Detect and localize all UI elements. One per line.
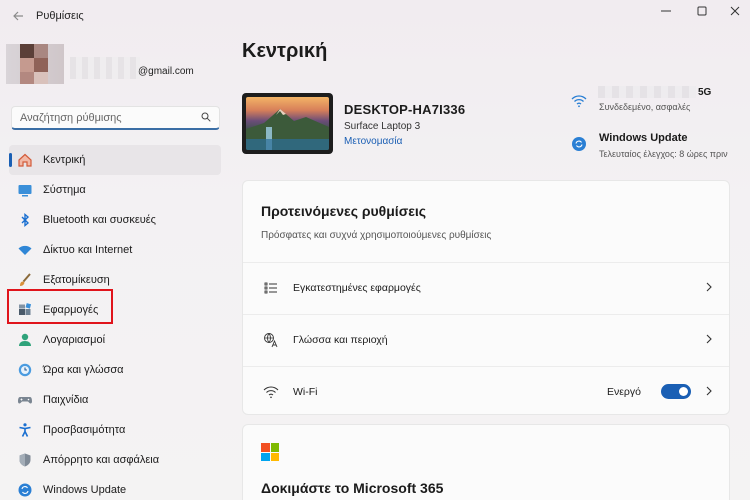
sidebar-item-accessibility[interactable]: Προσβασιμότητα xyxy=(9,415,221,445)
highlight-annotation xyxy=(7,289,113,324)
device-name: DESKTOP-HA7I336 xyxy=(344,102,466,117)
sidebar-item-label: Σύστημα xyxy=(43,184,86,196)
search-icon[interactable] xyxy=(201,112,211,122)
close-button[interactable] xyxy=(718,0,750,22)
paintbrush-icon xyxy=(17,272,33,288)
search-box[interactable] xyxy=(11,106,220,130)
page-title: Κεντρική xyxy=(242,40,328,62)
sidebar-item-accounts[interactable]: Λογαριασμοί xyxy=(9,325,221,355)
sidebar-item-home[interactable]: Κεντρική xyxy=(9,145,221,175)
recommended-settings-card: Προτεινόμενες ρυθμίσεις Πρόσφατες και συ… xyxy=(242,180,730,415)
windows-update-icon[interactable] xyxy=(572,137,586,151)
sidebar-item-label: Δίκτυο και Internet xyxy=(43,244,133,256)
chevron-right-icon xyxy=(703,281,715,295)
maximize-icon xyxy=(697,6,707,16)
close-icon xyxy=(730,6,740,16)
minimize-button[interactable] xyxy=(649,0,683,22)
title-bar: Ρυθμίσεις xyxy=(0,0,750,32)
wifi-toggle-label: Ενεργό xyxy=(607,385,641,398)
search-input[interactable] xyxy=(12,107,192,128)
sidebar-item-label: Bluetooth και συσκευές xyxy=(43,214,156,226)
maximize-button[interactable] xyxy=(685,0,719,22)
sidebar-item-label: Εξατομίκευση xyxy=(43,274,110,286)
bluetooth-icon xyxy=(17,212,33,228)
accessibility-icon xyxy=(17,422,33,438)
wifi-status-icon[interactable] xyxy=(571,94,587,108)
account-icon xyxy=(17,332,33,348)
minimize-icon xyxy=(661,10,671,12)
update-icon xyxy=(17,482,33,498)
clock-globe-icon xyxy=(17,362,33,378)
setting-row-language-region[interactable]: Γλώσσα και περιοχή xyxy=(243,314,729,364)
sidebar-item-time-language[interactable]: Ώρα και γλώσσα xyxy=(9,355,221,385)
language-icon xyxy=(263,332,279,348)
chevron-right-icon[interactable] xyxy=(703,385,715,399)
network-name[interactable]: 5G xyxy=(698,87,711,98)
rename-link[interactable]: Μετονομασία xyxy=(344,136,402,147)
setting-row-label: Γλώσσα και περιοχή xyxy=(293,333,388,346)
back-button[interactable] xyxy=(8,6,28,26)
account-email: @gmail.com xyxy=(138,66,194,77)
device-model: Surface Laptop 3 xyxy=(344,121,421,132)
windows-update-status: Τελευταίος έλεγχος: 8 ώρες πριν xyxy=(599,149,728,159)
sidebar-item-label: Παιχνίδια xyxy=(43,394,89,406)
wifi-icon xyxy=(263,384,279,400)
sidebar-item-network[interactable]: Δίκτυο και Internet xyxy=(9,235,221,265)
avatar[interactable] xyxy=(6,44,64,84)
setting-row-installed-apps[interactable]: Εγκατεστημένες εφαρμογές xyxy=(243,262,729,312)
card-title: Δοκιμάστε το Microsoft 365 xyxy=(261,480,444,496)
sidebar-item-label: Windows Update xyxy=(43,484,127,496)
gamepad-icon xyxy=(17,392,33,408)
system-monitor-icon xyxy=(17,182,33,198)
sidebar-item-privacy-security[interactable]: Απόρρητο και ασφάλεια xyxy=(9,445,221,475)
wifi-icon xyxy=(17,242,33,258)
sidebar-item-label: Λογαριασμοί xyxy=(43,334,106,346)
shield-icon xyxy=(17,452,33,468)
microsoft-365-card: Δοκιμάστε το Microsoft 365 xyxy=(242,424,730,500)
sidebar-item-gaming[interactable]: Παιχνίδια xyxy=(9,385,221,415)
sidebar-item-system[interactable]: Σύστημα xyxy=(9,175,221,205)
setting-row-label: Wi-Fi xyxy=(293,385,318,398)
sidebar-item-label: Προσβασιμότητα xyxy=(43,424,126,436)
setting-row-wifi[interactable]: Wi-Fi Ενεργό xyxy=(243,366,729,416)
sidebar-item-bluetooth[interactable]: Bluetooth και συσκευές xyxy=(9,205,221,235)
wallpaper-landscape-icon xyxy=(246,109,329,150)
windows-update-title[interactable]: Windows Update xyxy=(599,132,688,144)
chevron-right-icon xyxy=(703,333,715,347)
card-subtitle: Πρόσφατες και συχνά χρησιμοποιούμενες ρυ… xyxy=(261,230,492,241)
back-arrow-icon xyxy=(13,11,23,21)
card-title: Προτεινόμενες ρυθμίσεις xyxy=(261,203,427,219)
app-title: Ρυθμίσεις xyxy=(36,10,84,22)
home-icon xyxy=(17,152,33,168)
sidebar-item-label: Κεντρική xyxy=(43,154,86,166)
sidebar-item-label: Ώρα και γλώσσα xyxy=(43,364,124,376)
list-icon xyxy=(263,280,279,296)
microsoft-logo-icon xyxy=(261,443,279,461)
sidebar-item-windows-update[interactable]: Windows Update xyxy=(9,475,221,500)
device-image xyxy=(242,93,333,154)
email-redacted xyxy=(70,57,140,79)
sidebar-item-label: Απόρρητο και ασφάλεια xyxy=(43,454,160,466)
wifi-toggle[interactable] xyxy=(661,384,691,399)
network-status: Συνδεδεμένο, ασφαλές xyxy=(599,102,691,112)
setting-row-label: Εγκατεστημένες εφαρμογές xyxy=(293,281,421,294)
network-name-redacted xyxy=(598,86,696,98)
